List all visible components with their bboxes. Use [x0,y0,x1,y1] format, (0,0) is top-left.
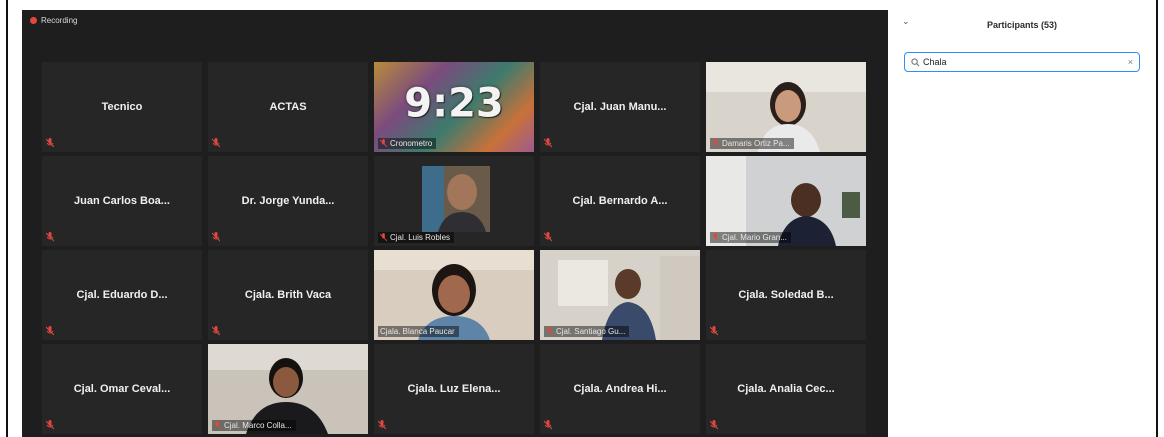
participants-panel: ⌄ Participants (53) × [892,0,1152,437]
muted-mic-icon [46,138,54,148]
participant-tile-video[interactable]: Cjal. Santiago Gu... [540,250,700,340]
participant-label: Cjal. Marco Colla... [212,420,296,431]
muted-mic-icon [46,420,54,430]
participant-tile[interactable]: Cjala. Luz Elena... [374,344,534,434]
participant-tile[interactable]: Dr. Jorge Yunda... [208,156,368,246]
muted-mic-icon [712,139,719,148]
close-icon[interactable]: × [1128,57,1133,67]
participants-search[interactable]: × [904,52,1140,72]
participant-tile[interactable]: Cjala. Andrea Hi... [540,344,700,434]
recording-label: Recording [41,16,78,25]
timer-value: 9:23 [404,80,504,127]
muted-mic-icon [380,233,387,242]
participant-tile-video[interactable]: Cjal. Mario Gran... [706,156,866,246]
participant-name: Cjal. Marco Colla... [224,421,292,430]
participant-name: Cjal. Bernardo A... [572,195,668,207]
recording-icon [30,17,37,24]
participant-tile[interactable]: Cjala. Analia Cec... [706,344,866,434]
participant-name: Tecnico [101,101,143,113]
participant-name: Cjal. Juan Manu... [573,101,667,113]
participant-name: Dr. Jorge Yunda... [241,195,335,207]
muted-mic-icon [544,232,552,242]
participants-title: Participants (53) [986,20,1058,30]
participant-label: Cjala. Blanca Paucar [378,326,459,337]
participant-name: Cjala. Blanca Paucar [380,327,455,336]
participant-tile[interactable]: Cjal. Juan Manu... [540,62,700,152]
participant-tile-video[interactable]: Cjal. Marco Colla... [208,344,368,434]
participant-label: Cjal. Luis Robles [378,232,455,243]
participant-name: Cjal. Mario Gran... [722,233,787,242]
search-input[interactable] [923,57,1103,67]
participant-name: Cjala. Analia Cec... [737,383,835,395]
muted-mic-icon [212,138,220,148]
participant-tile-photo[interactable]: Cjal. Luis Robles [374,156,534,246]
participant-name: Cjala. Brith Vaca [244,289,332,301]
participant-name: Cjal. Eduardo D... [76,289,168,301]
participant-label: Damaris Ortiz Pa... [710,138,794,149]
participant-tile[interactable]: Cjala. Soledad B... [706,250,866,340]
participant-tile-timer[interactable]: 9:23 Cronometro [374,62,534,152]
participant-name: Cronometro [390,139,433,148]
participant-name: Cjala. Soledad B... [738,289,834,301]
video-grid: Tecnico ACTAS 9:23 Cronometro Cjal. Juan… [42,62,866,434]
participant-name: Cjal. Omar Ceval... [73,383,171,395]
participant-name: Cjala. Andrea Hi... [573,383,667,395]
participant-name: Damaris Ortiz Pa... [722,139,790,148]
search-icon [911,57,920,66]
muted-mic-icon [710,420,718,430]
participant-tile[interactable]: Cjal. Bernardo A... [540,156,700,246]
participant-name: Cjala. Luz Elena... [407,383,501,395]
participant-tile-video[interactable]: Damaris Ortiz Pa... [706,62,866,152]
participant-tile-active-speaker[interactable]: Cjala. Blanca Paucar [374,250,534,340]
participant-label: Cjal. Mario Gran... [710,232,791,243]
muted-mic-icon [212,232,220,242]
muted-mic-icon [378,420,386,430]
recording-indicator[interactable]: Recording [30,16,77,25]
muted-mic-icon [214,421,221,430]
participant-tile[interactable]: Cjal. Eduardo D... [42,250,202,340]
muted-mic-icon [546,327,553,336]
participant-tile[interactable]: ACTAS [208,62,368,152]
participant-label: Cjal. Santiago Gu... [544,326,630,337]
muted-mic-icon [212,326,220,336]
participant-name: ACTAS [269,101,307,113]
participant-tile[interactable]: Juan Carlos Boa... [42,156,202,246]
participant-name: Juan Carlos Boa... [74,195,170,207]
participants-header: ⌄ Participants (53) [892,16,1152,36]
participant-label: Cronometro [378,138,437,149]
participant-name: Cjal. Luis Robles [390,233,451,242]
muted-mic-icon [544,138,552,148]
participant-name: Cjal. Santiago Gu... [556,327,626,336]
muted-mic-icon [710,326,718,336]
muted-mic-icon [46,326,54,336]
meeting-view: Recording Tecnico ACTAS 9:23 Cronometro … [22,10,888,437]
muted-mic-icon [712,233,719,242]
muted-mic-icon [544,420,552,430]
participant-tile[interactable]: Tecnico [42,62,202,152]
muted-mic-icon [46,232,54,242]
participant-tile[interactable]: Cjal. Omar Ceval... [42,344,202,434]
muted-mic-icon [380,139,387,148]
participant-tile[interactable]: Cjala. Brith Vaca [208,250,368,340]
